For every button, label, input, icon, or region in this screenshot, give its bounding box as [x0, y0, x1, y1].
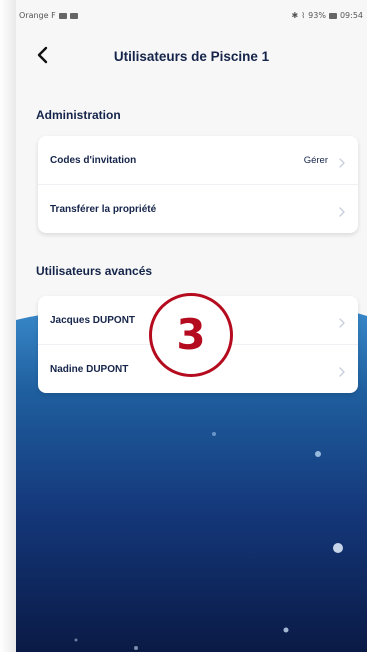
annotation-number: 3 [176, 310, 206, 359]
row-label: Codes d'invitation [50, 154, 137, 166]
chevron-right-icon [338, 204, 346, 217]
annotation-step-badge: 3 [149, 293, 233, 377]
chevron-right-icon [338, 364, 346, 377]
chevron-right-icon [338, 155, 346, 168]
manage-link[interactable]: Gérer [304, 155, 328, 166]
row-label: Jacques DUPONT [50, 314, 136, 326]
row-label: Transférer la propriété [50, 203, 157, 215]
administration-card: Codes d'invitation Gérer Transférer la p… [38, 136, 358, 233]
row-codes-invitation[interactable]: Codes d'invitation Gérer [38, 136, 358, 184]
phone-screen: Orange F ✱ ⌇ 93% 09:54 Utilisateurs de P… [16, 0, 367, 652]
chevron-right-icon [338, 315, 346, 328]
screenshot-margin [0, 0, 16, 652]
row-label: Nadine DUPONT [50, 363, 129, 375]
row-transfer-ownership[interactable]: Transférer la propriété [38, 184, 358, 233]
